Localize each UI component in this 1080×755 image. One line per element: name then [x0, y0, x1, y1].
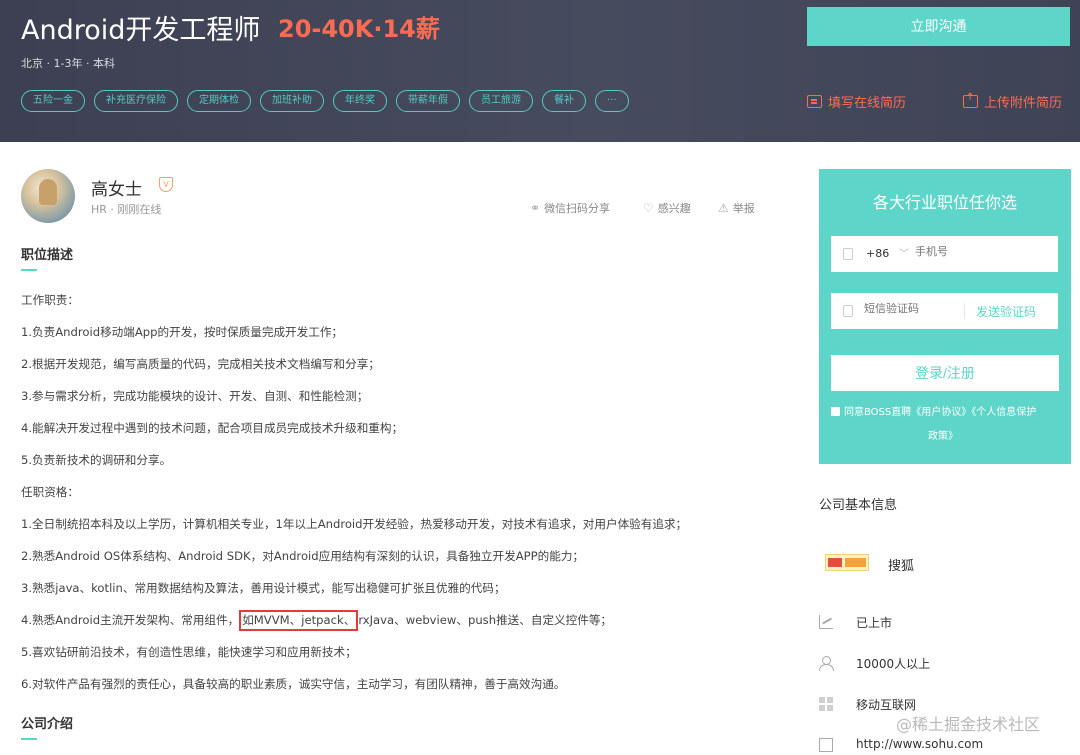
agreement-row: 同意BOSS直聘《用户协议》《个人信息保护	[831, 403, 1061, 423]
trend-icon	[819, 615, 833, 629]
benefit-tag: 带薪年假	[396, 90, 460, 112]
report-button[interactable]: ⚠ 举报	[718, 200, 755, 216]
requirement-text: rxJava、webview、push推送、自定义控件等；	[358, 613, 613, 627]
highlighted-text: 如MVVM、jetpack、	[239, 610, 359, 631]
benefit-tag: 定期体检	[187, 90, 251, 112]
job-title: Android开发工程师	[21, 15, 261, 46]
benefit-tag: 员工旅游	[469, 90, 533, 112]
requirement-line: 2.熟悉Android OS体系结构、Android SDK，对Android应…	[21, 549, 585, 563]
requirement-line: 3.熟悉java、kotlin、常用数据结构及算法，善用设计模式，能写出稳健可扩…	[21, 581, 506, 595]
resume-edit-icon	[807, 95, 822, 108]
job-salary: 20-40K·14薪	[278, 15, 440, 43]
benefit-tags: 五险一金 补充医疗保险 定期体检 加班补助 年终奖 带薪年假 员工旅游 餐补 ·…	[21, 90, 629, 112]
job-description-title: 职位描述	[21, 248, 74, 263]
upload-icon	[963, 92, 978, 108]
share-wechat-button[interactable]: ⚭ 微信扫码分享	[530, 200, 610, 216]
login-register-button[interactable]: 登录/注册	[831, 355, 1059, 391]
chevron-down-icon[interactable]: ﹀	[899, 245, 909, 260]
field-divider	[964, 303, 965, 319]
recruiter-avatar	[21, 169, 75, 223]
grid-icon	[819, 697, 833, 711]
message-icon	[843, 305, 853, 317]
company-website-link[interactable]: http://www.sohu.com	[856, 737, 983, 751]
phone-field: +86 ﹀	[831, 236, 1058, 272]
send-code-button[interactable]: 发送验证码	[976, 303, 1036, 320]
company-stage: 已上市	[856, 616, 893, 630]
fill-online-resume-label: 填写在线简历	[828, 96, 907, 111]
upload-resume-link[interactable]: 上传附件简历	[963, 92, 1062, 111]
country-code-select[interactable]: +86	[866, 247, 889, 260]
agreement-text[interactable]: 同意BOSS直聘《用户协议》《个人信息保护	[844, 407, 1036, 418]
watermark: @稀土掘金技术社区	[896, 715, 1041, 734]
section-underline	[21, 269, 37, 271]
job-meta: 北京 · 1-3年 · 本科	[21, 57, 115, 70]
duty-line: 1.负责Android移动端App的开发，按时保质量完成开发工作；	[21, 325, 344, 339]
job-header: Android开发工程师 20-40K·14薪 北京 · 1-3年 · 本科 五…	[0, 0, 1080, 142]
requirement-line: 6.对软件产品有强烈的责任心，具备较高的职业素质，诚实守信，主动学习，有团队精神…	[21, 677, 566, 691]
requirement-line: 4.熟悉Android主流开发架构、常用组件， 如MVVM、jetpack、 rxJ…	[21, 610, 612, 631]
requirement-line: 5.喜欢钻研前沿技术，有创造性思维，能快速学习和应用新技术；	[21, 645, 357, 659]
duty-line: 4.能解决开发过程中遇到的技术问题，配合项目成员完成技术升级和重构；	[21, 421, 404, 435]
verified-badge-icon: V	[159, 177, 173, 192]
requirement-line: 1.全日制统招本科及以上学历，计算机相关专业，1年以上Android开发经验，热…	[21, 517, 688, 531]
company-intro-title: 公司介绍	[21, 717, 74, 732]
agreement-checkbox[interactable]	[831, 407, 840, 416]
heart-icon: ♡	[643, 201, 654, 215]
company-name[interactable]: 搜狐	[888, 555, 914, 574]
section-underline	[21, 738, 37, 740]
benefit-tag: 五险一金	[21, 90, 85, 112]
company-info-heading: 公司基本信息	[819, 498, 898, 513]
sms-code-field: 发送验证码	[831, 293, 1058, 329]
duty-line: 2.根据开发规范，编写高质量的代码，完成相关技术文档编写和分享；	[21, 357, 380, 371]
phone-icon	[843, 248, 853, 260]
duties-heading: 工作职责：	[21, 293, 79, 307]
duty-line: 5.负责新技术的调研和分享。	[21, 453, 172, 467]
phone-input[interactable]	[915, 246, 1045, 258]
upload-resume-label: 上传附件简历	[984, 96, 1063, 111]
requirement-text: 4.熟悉Android主流开发架构、常用组件，	[21, 613, 240, 627]
building-icon	[819, 738, 833, 752]
agreement-text-continued[interactable]: 政策》	[928, 427, 958, 442]
fill-online-resume-link[interactable]: 填写在线简历	[807, 92, 906, 111]
interest-label: 感兴趣	[657, 202, 691, 215]
interest-button[interactable]: ♡ 感兴趣	[643, 200, 691, 216]
chat-now-button[interactable]: 立即沟通	[807, 7, 1070, 46]
benefit-tag: 年终奖	[333, 90, 387, 112]
warning-icon: ⚠	[718, 201, 729, 215]
duty-line: 3.参与需求分析，完成功能模块的设计、开发、自测、和性能检测；	[21, 389, 369, 403]
benefit-tag: 补充医疗保险	[94, 90, 178, 112]
login-title: 各大行业职位任你选	[872, 193, 1017, 212]
people-icon	[819, 656, 834, 671]
benefit-tag: 加班补助	[260, 90, 324, 112]
company-size: 10000人以上	[856, 657, 931, 671]
recruiter-name: 高女士	[91, 180, 142, 200]
sms-code-input[interactable]	[864, 303, 964, 315]
link-icon: ⚭	[530, 201, 541, 215]
report-label: 举报	[732, 202, 755, 215]
more-tags-button[interactable]: ···	[595, 90, 629, 112]
recruiter-meta: HR · 刚刚在线	[91, 203, 162, 216]
login-panel: 各大行业职位任你选 +86 ﹀ 发送验证码 登录/注册 同意BOSS直聘《用户协…	[819, 169, 1071, 464]
share-label: 微信扫码分享	[544, 202, 611, 215]
company-logo[interactable]	[825, 554, 869, 571]
benefit-tag: 餐补	[542, 90, 586, 112]
requirements-heading: 任职资格：	[21, 485, 79, 499]
